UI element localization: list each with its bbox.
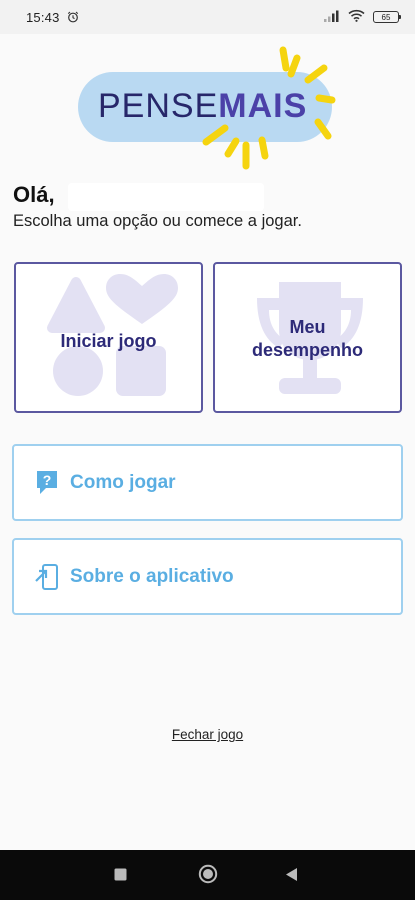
signal-icon <box>324 10 340 25</box>
start-game-label: Iniciar jogo <box>60 331 157 351</box>
alarm-icon <box>67 11 79 23</box>
about-app-button[interactable]: Sobre o aplicativo <box>12 538 403 615</box>
close-game-link[interactable]: Fechar jogo <box>0 727 415 742</box>
performance-label-line1: Meu <box>289 317 326 337</box>
battery-level: 65 <box>381 12 391 22</box>
performance-label: Meu desempenho <box>215 316 400 362</box>
help-question-icon: ? <box>34 470 60 496</box>
about-app-label: Sobre o aplicativo <box>70 565 234 587</box>
wifi-icon <box>348 9 365 25</box>
back-icon[interactable] <box>285 867 298 882</box>
svg-text:?: ? <box>43 472 52 488</box>
greeting-subtitle: Escolha uma opção ou comece a jogar. <box>13 212 302 230</box>
status-bar: 15:43 65 <box>0 0 415 34</box>
app-logo: PENSE MAIS <box>76 44 346 174</box>
how-to-play-label: Como jogar <box>70 471 176 493</box>
user-name-redacted <box>68 183 264 211</box>
performance-label-line2: desempenho <box>251 340 364 360</box>
system-navigation-bar <box>0 850 415 900</box>
greeting-title: Olá, <box>13 182 55 207</box>
start-game-card[interactable]: Iniciar jogo <box>14 262 203 413</box>
how-to-play-button[interactable]: ? Como jogar <box>12 444 403 521</box>
clock-time: 15:43 <box>26 9 60 25</box>
home-icon[interactable] <box>198 864 218 884</box>
performance-card[interactable]: Meu desempenho <box>213 262 402 413</box>
battery-icon: 65 <box>373 11 401 23</box>
recent-apps-icon[interactable] <box>114 868 127 881</box>
app-info-icon <box>34 563 60 590</box>
sun-rays-icon <box>202 46 336 170</box>
